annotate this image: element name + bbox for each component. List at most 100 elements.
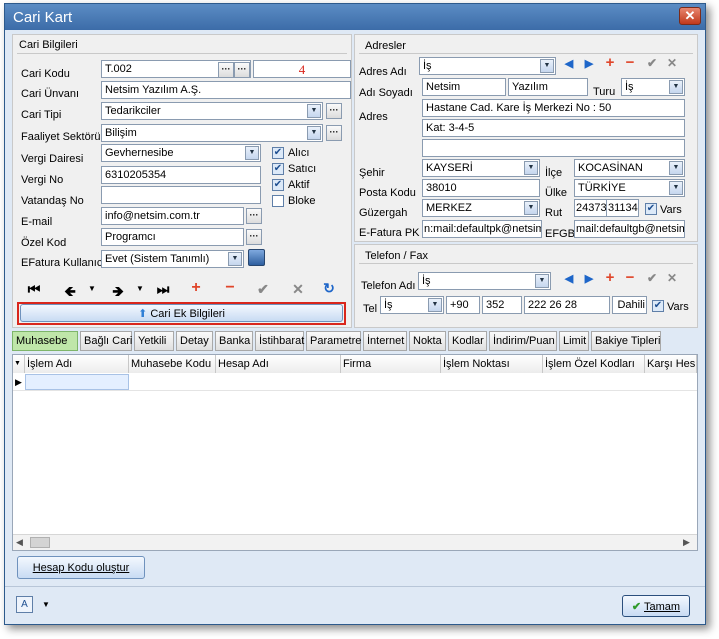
chevron-down-icon[interactable]: ▼ — [540, 59, 554, 73]
chevron-down-icon[interactable]: ▼ — [524, 161, 538, 175]
cari-kodu-more-button[interactable]: ··· — [234, 62, 250, 78]
confirm-address-icon[interactable]: ✔ — [643, 56, 661, 70]
cancel-phone-icon[interactable]: ✕ — [663, 271, 681, 285]
chevron-down-icon[interactable]: ▼ — [669, 80, 683, 94]
previous-phone-icon[interactable]: ◀ — [560, 272, 578, 285]
tab-muhasebe[interactable]: Muhasebe — [12, 331, 78, 351]
chevron-down-icon[interactable]: ▼ — [428, 298, 442, 312]
col-hesap-adi[interactable]: Hesap Adı — [216, 355, 341, 373]
chevron-down-icon[interactable]: ▼ — [535, 274, 549, 288]
adres-line2-input[interactable]: Kat: 3-4-5 — [422, 119, 685, 137]
tamam-button[interactable]: ✔ Tamam — [622, 595, 690, 617]
chevron-down-icon[interactable]: ▼ — [307, 126, 321, 140]
efgb-input[interactable]: mail:defaultgb@netsim. — [574, 220, 685, 238]
tab-banka[interactable]: Banka — [215, 331, 253, 351]
tab-parametre[interactable]: Parametre — [306, 331, 361, 351]
ozel-kod-more-button[interactable]: ··· — [246, 229, 262, 245]
chevron-down-icon[interactable]: ▼ — [228, 252, 242, 266]
rut2-input[interactable]: 31134 — [606, 199, 639, 217]
cari-tipi-more-button[interactable]: ··· — [326, 103, 342, 119]
previous-dropdown-icon[interactable]: ▼ — [83, 284, 101, 293]
grid-active-cell[interactable] — [25, 374, 129, 390]
close-button[interactable]: ✕ — [679, 7, 701, 25]
title-bar[interactable]: Cari Kart ✕ — [5, 4, 705, 30]
next-address-icon[interactable]: ▶ — [580, 57, 598, 70]
bloke-checkbox[interactable] — [272, 195, 284, 207]
remove-icon[interactable]: − — [221, 279, 239, 297]
ulke-select[interactable]: TÜRKİYE ▼ — [574, 179, 685, 197]
vatandas-no-input[interactable] — [101, 186, 261, 204]
tab-detay[interactable]: Detay — [176, 331, 213, 351]
guzergah-select[interactable]: MERKEZ ▼ — [422, 199, 540, 217]
adi-input[interactable]: Netsim — [422, 78, 506, 96]
confirm-icon[interactable]: ✔ — [254, 281, 272, 298]
vergi-no-input[interactable]: 6310205354 — [101, 166, 261, 184]
chevron-down-icon[interactable]: ▼ — [669, 161, 683, 175]
tab-internet[interactable]: İnternet — [363, 331, 407, 351]
first-record-icon[interactable]: ⏮ — [25, 281, 43, 298]
ozel-kod-input[interactable]: Programcı — [101, 228, 244, 246]
remove-address-icon[interactable]: − — [621, 54, 639, 71]
tel-numara-input[interactable]: 222 26 28 — [524, 296, 610, 314]
muhasebe-grid[interactable]: ▼ İşlem Adı Muhasebe Kodu Hesap Adı Firm… — [12, 354, 698, 551]
tel-dahili-input[interactable]: Dahili — [612, 296, 647, 314]
tel-ulke-kodu-input[interactable]: +90 — [446, 296, 480, 314]
cari-unvan-input[interactable]: Netsim Yazılım A.Ş. — [101, 81, 351, 99]
language-dropdown-icon[interactable]: ▼ — [42, 600, 50, 609]
next-phone-icon[interactable]: ▶ — [580, 272, 598, 285]
horizontal-scrollbar[interactable]: ◀ ▶ — [13, 534, 697, 550]
cancel-icon[interactable]: ✕ — [289, 281, 307, 298]
turu-select[interactable]: İş ▼ — [621, 78, 685, 96]
chevron-down-icon[interactable]: ▼ — [669, 181, 683, 195]
tel-alan-kodu-input[interactable]: 352 — [482, 296, 522, 314]
cari-ek-bilgileri-button[interactable]: ⬆ Cari Ek Bilgileri — [20, 304, 343, 322]
satici-checkbox[interactable]: ✔ — [272, 163, 284, 175]
hesap-kodu-olustur-button[interactable]: Hesap Kodu oluştur — [17, 556, 145, 579]
posta-kodu-input[interactable]: 38010 — [422, 179, 540, 197]
col-muhasebe-kodu[interactable]: Muhasebe Kodu — [129, 355, 216, 373]
add-address-icon[interactable]: + — [601, 54, 619, 71]
efatura-pk-input[interactable]: n:mail:defaultpk@netsim. — [422, 220, 542, 238]
tab-nokta[interactable]: Nokta — [409, 331, 446, 351]
tab-istihbarat[interactable]: İstihbarat — [255, 331, 304, 351]
cancel-address-icon[interactable]: ✕ — [663, 56, 681, 70]
aktif-checkbox[interactable]: ✔ — [272, 179, 284, 191]
scroll-right-icon[interactable]: ▶ — [683, 537, 690, 548]
adres-adi-select[interactable]: İş ▼ — [419, 57, 556, 75]
chevron-down-icon[interactable]: ▼ — [524, 201, 538, 215]
adres-vars-checkbox[interactable]: ✔ — [645, 203, 657, 215]
tab-yetkili[interactable]: Yetkili — [134, 331, 174, 351]
tab-kodlar[interactable]: Kodlar — [448, 331, 487, 351]
tel-vars-checkbox[interactable]: ✔ — [652, 300, 664, 312]
adres-line3-input[interactable] — [422, 139, 685, 157]
last-record-icon[interactable]: ⏭ — [154, 281, 172, 298]
col-firma[interactable]: Firma — [341, 355, 441, 373]
sehir-select[interactable]: KAYSERİ ▼ — [422, 159, 540, 177]
efatura-select[interactable]: Evet (Sistem Tanımlı) ▼ — [101, 250, 244, 268]
col-islem-noktasi[interactable]: İşlem Noktası — [441, 355, 543, 373]
grid-row-indicator-header[interactable]: ▼ — [13, 355, 25, 373]
previous-address-icon[interactable]: ◀ — [560, 57, 578, 70]
telefon-adi-select[interactable]: İş ▼ — [418, 272, 551, 290]
tel-tip-select[interactable]: İş ▼ — [380, 296, 444, 314]
remove-phone-icon[interactable]: − — [621, 269, 639, 286]
tab-bakiye-tipleri[interactable]: Bakiye Tipleri — [591, 331, 661, 351]
chevron-down-icon[interactable]: ▼ — [307, 104, 321, 118]
rut-input[interactable]: 24373 — [574, 199, 607, 217]
tab-bagli-cari[interactable]: Bağlı Cari — [80, 331, 132, 351]
scrollbar-thumb[interactable] — [30, 537, 50, 548]
col-karsi-hesap[interactable]: Karşı Hes — [645, 355, 697, 373]
add-phone-icon[interactable]: + — [601, 269, 619, 286]
email-input[interactable]: info@netsim.com.tr — [101, 207, 244, 225]
scroll-left-icon[interactable]: ◀ — [16, 537, 23, 548]
adres-line1-input[interactable]: Hastane Cad. Kare İş Merkezi No : 50 — [422, 99, 685, 117]
table-row[interactable]: ▶ — [13, 374, 697, 391]
confirm-phone-icon[interactable]: ✔ — [643, 271, 661, 285]
faaliyet-sektoru-select[interactable]: Bilişim ▼ — [101, 124, 323, 142]
refresh-icon[interactable]: ↻ — [320, 280, 338, 297]
faaliyet-sektoru-more-button[interactable]: ··· — [326, 125, 342, 141]
efatura-info-icon[interactable] — [248, 249, 265, 266]
chevron-down-icon[interactable]: ▼ — [245, 146, 259, 160]
email-more-button[interactable]: ··· — [246, 208, 262, 224]
tab-limit[interactable]: Limit — [559, 331, 589, 351]
